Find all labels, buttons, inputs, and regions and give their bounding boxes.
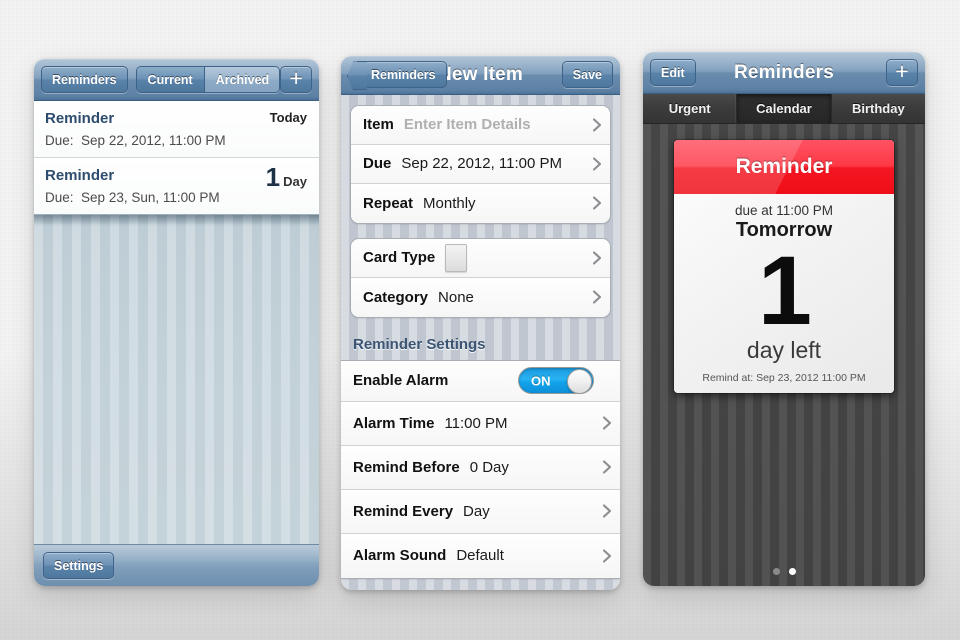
- cards-area: Reminder due at 11:00 PM Tomorrow 1 day …: [643, 124, 925, 586]
- chevron-right-icon: [603, 416, 611, 430]
- tab-urgent[interactable]: Urgent: [643, 94, 738, 123]
- row-value: Monthly: [423, 194, 476, 212]
- chevron-right-icon: [603, 460, 611, 474]
- calendar-card-icon: [445, 243, 468, 272]
- row-label: Remind Before: [353, 458, 460, 476]
- row-label: Item: [363, 116, 394, 134]
- page-dot-active[interactable]: [788, 568, 796, 575]
- row-repeat[interactable]: Repeat Monthly: [351, 183, 610, 223]
- screen-reminders-list: Reminders Current Archived + Reminder Du…: [34, 59, 319, 586]
- row-remind-every[interactable]: Remind Every Day: [341, 489, 620, 534]
- toggle-knob: [567, 369, 592, 394]
- empty-list-area: [34, 215, 319, 544]
- chevron-right-icon: [593, 157, 601, 171]
- badge-unit: Day: [283, 174, 307, 189]
- list-item-badge: 1 Day: [265, 162, 307, 192]
- chevron-right-icon: [593, 118, 601, 132]
- reminders-list: Reminder Due: Sep 22, 2012, 11:00 PM Tod…: [34, 101, 319, 215]
- screen-reminders-cards: Edit Reminders + Urgent Calendar Birthda…: [643, 52, 925, 586]
- row-alarm-sound[interactable]: Alarm Sound Default: [341, 533, 620, 578]
- page-dot[interactable]: [772, 568, 780, 575]
- row-label: Category: [363, 288, 429, 306]
- left-toolbar: Settings: [34, 544, 319, 586]
- row-value: Sep 22, 2012, 11:00 PM: [401, 155, 563, 173]
- segmented-control-filter: Current Archived: [135, 66, 281, 93]
- enable-alarm-toggle[interactable]: ON: [518, 367, 594, 395]
- row-due[interactable]: Due Sep 22, 2012, 11:00 PM: [351, 144, 610, 184]
- card-remind-at: Remind at: Sep 23, 2012 11:00 PM: [702, 372, 866, 385]
- screens-stage: Reminders Current Archived + Reminder Du…: [0, 0, 960, 640]
- badge-text: Today: [269, 110, 307, 125]
- page-indicator: [772, 568, 796, 586]
- row-label: Alarm Sound: [353, 547, 447, 565]
- row-label: Enable Alarm: [353, 372, 449, 390]
- mid-navbar: Reminders New Item Save: [341, 56, 620, 95]
- card-days-number: 1: [758, 236, 812, 345]
- due-value: Sep 23, Sun, 11:00 PM: [81, 190, 220, 205]
- back-button-reminders[interactable]: Reminders: [357, 61, 447, 89]
- nav-button-reminders[interactable]: Reminders: [41, 66, 128, 93]
- right-navbar: Edit Reminders +: [643, 52, 925, 94]
- add-reminder-button[interactable]: +: [280, 66, 312, 93]
- tab-calendar[interactable]: Calendar: [737, 94, 832, 123]
- reminder-card-header: Reminder: [674, 140, 894, 194]
- reminder-card[interactable]: Reminder due at 11:00 PM Tomorrow 1 day …: [674, 140, 894, 394]
- row-value: 0 Day: [469, 458, 509, 476]
- add-reminder-button[interactable]: +: [886, 59, 918, 86]
- chevron-right-icon: [593, 290, 601, 304]
- form-group-card: Card Type Category None: [350, 237, 611, 318]
- save-button[interactable]: Save: [561, 61, 613, 89]
- chevron-right-icon: [603, 549, 611, 563]
- section-header-reminder-settings: Reminder Settings: [353, 335, 486, 353]
- due-prefix: Due:: [45, 190, 74, 205]
- edit-button[interactable]: Edit: [650, 59, 696, 86]
- category-tabs: Urgent Calendar Birthday: [643, 94, 925, 124]
- segment-archived[interactable]: Archived: [204, 67, 280, 92]
- chevron-right-icon: [603, 504, 611, 518]
- chevron-right-icon: [593, 196, 601, 210]
- list-item[interactable]: Reminder Due: Sep 22, 2012, 11:00 PM Tod…: [34, 101, 319, 158]
- row-remind-before[interactable]: Remind Before 0 Day: [341, 445, 620, 490]
- row-enable-alarm[interactable]: Enable Alarm ON: [341, 360, 620, 402]
- row-label: Remind Every: [353, 502, 454, 520]
- row-category[interactable]: Category None: [351, 277, 610, 317]
- row-label: Alarm Time: [353, 414, 435, 432]
- card-due-line: due at 11:00 PM: [734, 203, 834, 218]
- row-label: Repeat: [363, 194, 414, 212]
- badge-number: 1: [265, 162, 281, 192]
- card-days-unit: day left: [746, 337, 822, 364]
- left-navbar: Reminders Current Archived +: [34, 59, 319, 101]
- row-value: Day: [463, 502, 490, 520]
- row-item[interactable]: Item Enter Item Details: [351, 105, 610, 145]
- segment-current[interactable]: Current: [136, 67, 205, 92]
- row-value: 11:00 PM: [444, 414, 508, 432]
- list-item-due: Due: Sep 23, Sun, 11:00 PM: [45, 190, 306, 205]
- settings-button[interactable]: Settings: [43, 552, 115, 579]
- reminder-card-title: Reminder: [735, 155, 833, 178]
- row-alarm-time[interactable]: Alarm Time 11:00 PM: [341, 401, 620, 446]
- row-value: Enter Item Details: [403, 116, 531, 134]
- list-item-badge: Today: [270, 110, 307, 125]
- chevron-right-icon: [593, 251, 601, 265]
- new-item-form: Item Enter Item Details Due Sep 22, 2012…: [341, 95, 620, 590]
- form-group-details: Item Enter Item Details Due Sep 22, 2012…: [350, 104, 611, 224]
- screen-new-item: Reminders New Item Save Item Enter Item …: [341, 56, 620, 590]
- toggle-on-label: ON: [531, 373, 551, 389]
- form-group-settings: Enable Alarm ON Alarm Time 11:00 PM Remi…: [341, 359, 620, 579]
- row-label: Due: [363, 155, 392, 173]
- row-value: None: [438, 288, 474, 306]
- list-item-title: Reminder: [45, 110, 115, 127]
- reminder-card-body: due at 11:00 PM Tomorrow 1 day left Remi…: [674, 194, 894, 394]
- row-label: Card Type: [363, 249, 436, 267]
- row-value: Default: [456, 547, 504, 565]
- due-value: Sep 22, 2012, 11:00 PM: [81, 133, 226, 148]
- list-item-due: Due: Sep 22, 2012, 11:00 PM: [45, 133, 306, 148]
- row-card-type[interactable]: Card Type: [351, 238, 610, 278]
- tab-birthday[interactable]: Birthday: [832, 94, 925, 123]
- list-item[interactable]: Reminder Due: Sep 23, Sun, 11:00 PM 1 Da…: [34, 158, 319, 214]
- due-prefix: Due:: [45, 133, 74, 148]
